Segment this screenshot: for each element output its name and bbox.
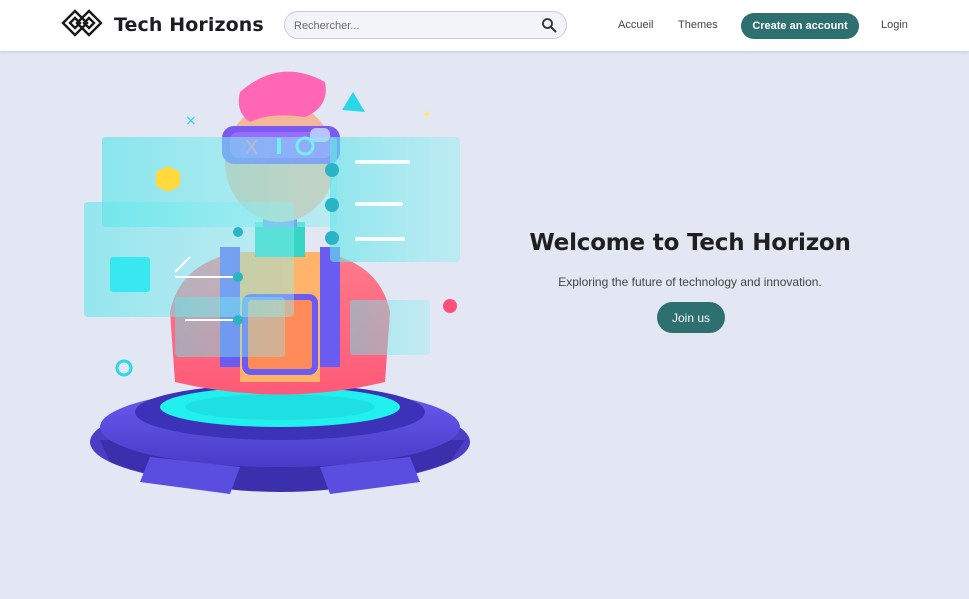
svg-text:✦: ✦ [422,108,431,121]
nav-home-link[interactable]: Accueil [618,19,653,31]
nav-themes-link[interactable]: Themes [678,19,718,31]
join-us-button[interactable]: Join us [657,302,725,333]
nav-login-link[interactable]: Login [881,19,908,31]
hero-title: Welcome to Tech Horizon [529,230,851,256]
search-input[interactable] [294,16,534,35]
hero-subtitle: Exploring the future of technology and i… [558,275,822,289]
search-icon[interactable] [541,17,557,33]
search-box [284,11,567,39]
hero-illustration: X × ✦ [84,71,470,494]
create-account-button[interactable]: Create an account [741,13,859,39]
top-navbar: Tech Horizons Accueil Themes Create an a… [0,0,969,51]
brand-logo-icon[interactable] [61,8,103,38]
brand-name[interactable]: Tech Horizons [114,14,264,36]
svg-text:×: × [185,113,197,129]
